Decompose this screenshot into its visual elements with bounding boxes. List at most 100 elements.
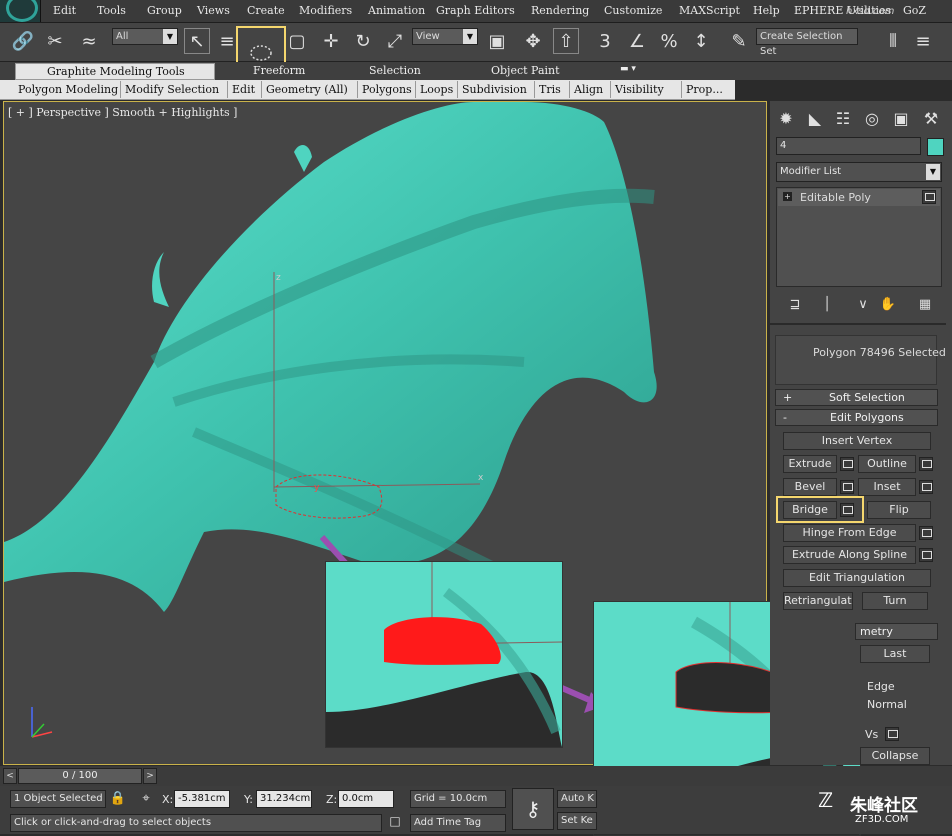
move-icon[interactable]: ✛ xyxy=(318,28,344,54)
app-logo-icon[interactable] xyxy=(0,0,41,22)
link-icon[interactable]: 🔗 xyxy=(10,28,36,54)
timeline-next-icon[interactable]: > xyxy=(143,768,157,784)
show-end-result-icon[interactable]: │ xyxy=(814,291,840,317)
selection-filter-dropdown[interactable]: All ▼ xyxy=(112,28,178,45)
menu-help[interactable]: Help xyxy=(753,4,780,17)
preserve-uvs-label[interactable]: Vs xyxy=(865,728,878,741)
bridge-button[interactable]: Bridge xyxy=(783,501,837,519)
angle-snap-icon[interactable]: ∠ xyxy=(624,28,650,54)
lock-selection-icon[interactable]: 🔒 xyxy=(108,788,128,808)
menu-graph-editors[interactable]: Graph Editors xyxy=(436,4,515,17)
panel-align[interactable]: Align xyxy=(574,83,603,96)
tab-object-paint[interactable]: Object Paint xyxy=(491,64,560,77)
panel-visibility[interactable]: Visibility xyxy=(615,83,664,96)
hinge-settings-icon[interactable] xyxy=(919,526,933,540)
stack-item-toggle-icon[interactable] xyxy=(922,190,936,204)
menu-maxscript[interactable]: MAXScript xyxy=(679,4,740,17)
insert-vertex-button[interactable]: Insert Vertex xyxy=(783,432,931,450)
tab-selection[interactable]: Selection xyxy=(369,64,421,77)
menu-edit[interactable]: Edit xyxy=(53,4,76,17)
auto-key-button[interactable]: Auto K xyxy=(557,790,597,808)
pivot-icon[interactable]: ▣ xyxy=(484,28,510,54)
rollout-soft-selection[interactable]: + Soft Selection xyxy=(775,389,938,406)
rollout-edit-geometry[interactable]: metry xyxy=(855,623,938,640)
hinge-from-edge-button[interactable]: Hinge From Edge xyxy=(783,524,916,542)
x-coord-field[interactable]: -5.381cm xyxy=(174,790,230,808)
extrude-spline-settings-icon[interactable] xyxy=(919,548,933,562)
panel-geometry-all[interactable]: Geometry (All) xyxy=(266,83,348,96)
panel-loops[interactable]: Loops xyxy=(420,83,453,96)
retriangulate-button[interactable]: Retriangulate xyxy=(783,592,853,610)
panel-edit[interactable]: Edit xyxy=(232,83,255,96)
panel-subdivision[interactable]: Subdivision xyxy=(462,83,527,96)
extrude-button[interactable]: Extrude xyxy=(783,455,837,473)
remove-modifier-icon[interactable]: ✋ xyxy=(875,291,901,317)
hierarchy-tab-icon[interactable]: ☷ xyxy=(830,105,856,131)
outline-settings-icon[interactable] xyxy=(919,457,933,471)
inset-button[interactable]: Inset xyxy=(858,478,916,496)
align-icon[interactable]: ≡ xyxy=(910,28,936,54)
window-crossing-icon[interactable]: ▢ xyxy=(284,28,310,54)
repeat-last-button[interactable]: Last xyxy=(860,645,930,663)
mirror-icon[interactable]: ⫴ xyxy=(880,28,906,54)
absolute-mode-icon[interactable]: ⌖ xyxy=(136,788,156,808)
object-color-swatch[interactable] xyxy=(927,138,944,156)
preserve-uvs-settings-icon[interactable] xyxy=(885,727,899,741)
bevel-button[interactable]: Bevel xyxy=(783,478,837,496)
menu-group[interactable]: Group xyxy=(147,4,182,17)
menu-rendering[interactable]: Rendering xyxy=(531,4,589,17)
stack-item-editable-poly[interactable]: + Editable Poly xyxy=(778,189,940,206)
turn-button[interactable]: Turn xyxy=(862,592,928,610)
display-tab-icon[interactable]: ▣ xyxy=(888,105,914,131)
z-coord-field[interactable]: 0.0cm xyxy=(338,790,394,808)
rollout-edit-polygons[interactable]: - Edit Polygons xyxy=(775,409,938,426)
bevel-settings-icon[interactable] xyxy=(840,480,854,494)
pin-stack-icon[interactable]: ⊒ xyxy=(782,291,808,317)
named-selection-set-dropdown[interactable]: Create Selection Set xyxy=(756,28,858,57)
bind-space-warp-icon[interactable]: ≈ xyxy=(76,28,102,54)
viewport-label[interactable]: [ + ] Perspective ] Smooth + Highlights … xyxy=(8,106,237,119)
object-name-field[interactable]: 4 xyxy=(776,137,921,155)
flip-button[interactable]: Flip xyxy=(867,501,931,519)
tab-graphite-modeling-tools[interactable]: Graphite Modeling Tools xyxy=(15,63,215,80)
bridge-settings-icon[interactable] xyxy=(840,503,854,517)
set-key-button[interactable]: Set Ke xyxy=(557,812,597,830)
panel-tris[interactable]: Tris xyxy=(539,83,561,96)
select-manipulate-icon[interactable]: ✥ xyxy=(520,28,546,54)
motion-tab-icon[interactable]: ◎ xyxy=(859,105,885,131)
extrude-settings-icon[interactable] xyxy=(840,457,854,471)
constraint-edge-label[interactable]: Edge xyxy=(867,680,895,693)
collapse-button[interactable]: Collapse xyxy=(860,747,930,765)
y-coord-field[interactable]: 31.234cm xyxy=(256,790,312,808)
make-unique-icon[interactable]: ∨ xyxy=(850,291,876,317)
modifier-list-dropdown[interactable]: Modifier List ▼ xyxy=(776,162,942,182)
snap-3d-icon[interactable]: 3 xyxy=(592,28,618,54)
outline-button[interactable]: Outline xyxy=(858,455,916,473)
extrude-along-spline-button[interactable]: Extrude Along Spline xyxy=(783,546,916,564)
menu-views[interactable]: Views xyxy=(197,4,230,17)
panel-polygons[interactable]: Polygons xyxy=(362,83,412,96)
spinner-snap-icon[interactable]: ↕ xyxy=(688,28,714,54)
menu-customize[interactable]: Customize xyxy=(604,4,662,17)
rotate-icon[interactable]: ↻ xyxy=(350,28,376,54)
add-time-tag-field[interactable]: Add Time Tag xyxy=(410,814,506,832)
edit-triangulation-button[interactable]: Edit Triangulation xyxy=(783,569,931,587)
reference-coordinate-dropdown[interactable]: View ▼ xyxy=(412,28,478,45)
ribbon-options-icon[interactable]: ▬ ▾ xyxy=(620,64,636,74)
menu-create[interactable]: Create xyxy=(247,4,285,17)
constraint-normal-label[interactable]: Normal xyxy=(867,698,907,711)
panel-modify-selection[interactable]: Modify Selection xyxy=(125,83,219,96)
timeline-prev-icon[interactable]: < xyxy=(3,768,17,784)
set-key-mode-icon[interactable]: ⚷ xyxy=(512,788,554,830)
keyboard-shortcut-icon[interactable]: ⇧ xyxy=(553,28,579,54)
inset-settings-icon[interactable] xyxy=(919,480,933,494)
configure-modifier-sets-icon[interactable]: ▦ xyxy=(912,291,938,317)
tab-freeform[interactable]: Freeform xyxy=(253,64,305,77)
edit-named-selection-icon[interactable]: ✎ xyxy=(726,28,752,54)
create-tab-icon[interactable]: ✹ xyxy=(773,105,799,131)
expand-plus-icon[interactable]: + xyxy=(783,192,792,201)
scale-icon[interactable]: ⤢ xyxy=(382,28,408,54)
modify-tab-icon[interactable]: ◣ xyxy=(802,105,828,131)
menu-tools[interactable]: Tools xyxy=(97,4,126,17)
menu-animation[interactable]: Animation xyxy=(368,4,425,17)
